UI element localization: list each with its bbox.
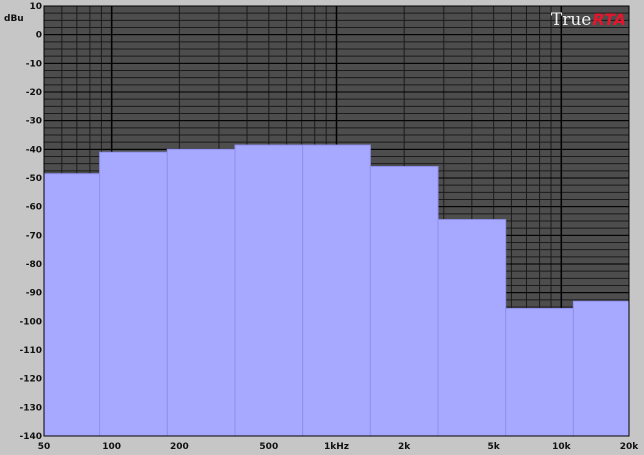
y-tick-label: -20: [26, 88, 42, 98]
y-tick-label: -10: [26, 59, 42, 69]
y-tick-label: -130: [19, 403, 42, 413]
true-rta-logo: TrueRTA: [551, 10, 626, 30]
x-tick-label: 200: [170, 442, 189, 452]
y-tick-label: 10: [29, 2, 42, 12]
y-tick-label: -30: [26, 117, 42, 127]
x-tick-label: 50: [38, 442, 51, 452]
y-tick-label: -140: [19, 432, 42, 442]
x-tick-label: 20k: [620, 442, 640, 452]
x-tick-label: 5k: [488, 442, 501, 452]
y-tick-label: -110: [19, 346, 42, 356]
y-unit-label: dBu: [4, 14, 24, 24]
band-bar: [369, 166, 439, 437]
x-tick-label: 100: [102, 442, 121, 452]
band-bar: [302, 144, 371, 437]
rta-spectrum-chart: 100-10-20-30-40-50-60-70-80-90-100-110-1…: [4, 2, 640, 452]
band-bar: [234, 144, 304, 437]
x-tick-label: 10k: [552, 442, 572, 452]
y-tick-label: -80: [26, 260, 42, 270]
band-bar: [505, 307, 574, 437]
band-bar: [437, 219, 507, 437]
logo-rta-text: RTA: [592, 10, 626, 29]
x-tick-label: 2k: [398, 442, 411, 452]
logo-true-text: True: [551, 10, 591, 30]
band-bar: [43, 173, 101, 437]
band-bar: [99, 151, 168, 437]
x-axis-ticks: 50 100 200 500 1kHz 2k 5k 10k 20k: [38, 442, 640, 452]
y-tick-label: -40: [26, 145, 42, 155]
y-tick-label: -50: [26, 174, 42, 184]
y-tick-label: 0: [36, 31, 42, 41]
true-rta-window: 10 0 -10 -20 -30 -40 -50 -60 -70 -80 -90 -100 -110 -1…: [0, 0, 644, 455]
y-tick-label: -60: [26, 203, 42, 213]
band-bar: [572, 300, 630, 437]
x-tick-label: 1kHz: [324, 442, 349, 452]
y-tick-label: -100: [19, 317, 42, 327]
y-tick-label: -70: [26, 231, 42, 241]
y-tick-label: -120: [19, 375, 42, 385]
y-axis-ticks: 10 0 -10 -20 -30 -40 -50 -60 -70 -80 -90 -100 -110 -1…: [19, 2, 42, 442]
x-tick-label: 500: [259, 442, 278, 452]
band-bar: [166, 148, 236, 437]
y-tick-label: -90: [26, 289, 42, 299]
